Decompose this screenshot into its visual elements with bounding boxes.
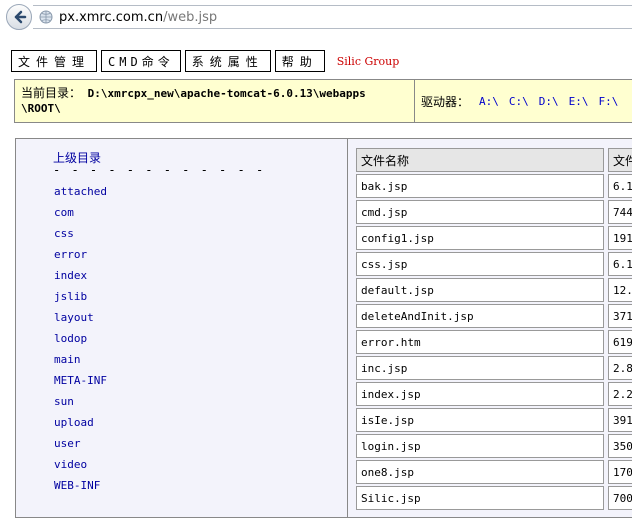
back-button[interactable] (6, 4, 32, 30)
file-size-cell: 2.83 (608, 356, 632, 380)
file-name-cell[interactable]: error.htm (356, 330, 604, 354)
directory-item[interactable]: attached (54, 185, 107, 206)
drive-f[interactable]: F:\ (599, 95, 619, 108)
directory-item[interactable]: user (54, 437, 107, 458)
directory-item[interactable]: WEB-INF (54, 479, 107, 500)
file-name-cell[interactable]: one8.jsp (356, 460, 604, 484)
directory-item[interactable]: META-INF (54, 374, 107, 395)
directory-list: attached com css error index jslib layout lodop… (54, 185, 107, 500)
drives-label: 驱动器： (421, 94, 470, 109)
directory-item[interactable]: layout (54, 311, 107, 332)
file-size-cell: 12.2 (608, 278, 632, 302)
brand-link[interactable]: Silic Group (337, 55, 400, 68)
nav-help[interactable]: 帮助 (274, 50, 325, 72)
directory-item[interactable]: main (54, 353, 107, 374)
directory-item[interactable]: lodop (54, 332, 107, 353)
file-name-cell[interactable]: login.jsp (356, 434, 604, 458)
file-size-cell: 371 (608, 304, 632, 328)
table-row: deleteAndInit.jsp 371 (356, 304, 632, 330)
current-directory-label: 当前目录： (21, 86, 82, 100)
file-size-cell: 619 (608, 330, 632, 354)
file-name-cell[interactable]: config1.jsp (356, 226, 604, 250)
file-size-cell: 6.13 (608, 252, 632, 276)
file-name-cell[interactable]: inc.jsp (356, 356, 604, 380)
directory-item[interactable]: upload (54, 416, 107, 437)
drive-e[interactable]: E:\ (569, 95, 589, 108)
current-directory-path-line2: \ROOT\ (21, 102, 61, 115)
file-table-header: 文件名称 文件 (356, 148, 632, 174)
file-name-cell[interactable]: cmd.jsp (356, 200, 604, 224)
file-table: 文件名称 文件 bak.jsp6.12cmd.jsp744config1.jsp… (356, 148, 632, 512)
drive-d[interactable]: D:\ (539, 95, 559, 108)
file-size-cell: 391 (608, 408, 632, 432)
directory-item[interactable]: com (54, 206, 107, 227)
file-name-cell[interactable]: bak.jsp (356, 174, 604, 198)
directory-item[interactable]: index (54, 269, 107, 290)
file-size-cell: 170 (608, 460, 632, 484)
url-field[interactable]: px.xmrc.com.cn/web.jsp (33, 5, 632, 29)
nav-cmd[interactable]: CMD命令 (101, 50, 181, 72)
current-directory-path-line1: D:\xmrcpx_new\apache-tomcat-6.0.13\webap… (87, 87, 366, 100)
url-path: /web.jsp (163, 9, 218, 25)
table-row: default.jsp12.2 (356, 278, 632, 304)
drives: 驱动器： A:\ C:\ D:\ E:\ F:\ (415, 80, 618, 122)
directory-item[interactable]: css (54, 227, 107, 248)
url-domain: px.xmrc.com.cn (59, 9, 164, 25)
browser-address-bar: px.xmrc.com.cn/web.jsp (0, 0, 632, 34)
directory-item[interactable]: error (54, 248, 107, 269)
directory-item[interactable]: sun (54, 395, 107, 416)
drive-a[interactable]: A:\ (479, 95, 499, 108)
directory-item[interactable]: video (54, 458, 107, 479)
table-row: error.htm 619 (356, 330, 632, 356)
file-name-cell[interactable]: index.jsp (356, 382, 604, 406)
table-row: index.jsp2.28 (356, 382, 632, 408)
path-bar: 当前目录： D:\xmrcpx_new\apache-tomcat-6.0.13… (14, 79, 632, 123)
table-row: Silic.jsp 700 (356, 486, 632, 512)
drive-c[interactable]: C:\ (509, 95, 529, 108)
file-browser: 上级目录 - - - - - - - - - - - - attached com… (15, 138, 632, 518)
file-name-cell[interactable]: Silic.jsp (356, 486, 604, 510)
file-size-cell: 6.12 (608, 174, 632, 198)
file-size-cell: 191 (608, 226, 632, 250)
directory-item[interactable]: jslib (54, 290, 107, 311)
nav-file-manager[interactable]: 文件管理 (11, 50, 98, 72)
table-row: css.jsp6.13 (356, 252, 632, 278)
file-size-cell: 744 (608, 200, 632, 224)
directory-panel: 上级目录 - - - - - - - - - - - - attached com… (16, 139, 348, 517)
table-row: bak.jsp6.12 (356, 174, 632, 200)
current-directory: 当前目录： D:\xmrcpx_new\apache-tomcat-6.0.13… (15, 80, 415, 122)
file-size-cell: 2.28 (608, 382, 632, 406)
back-arrow-icon (14, 10, 27, 24)
file-name-cell[interactable]: default.jsp (356, 278, 604, 302)
table-row: cmd.jsp 744 (356, 200, 632, 226)
table-row: isIe.jsp 391 (356, 408, 632, 434)
header-file-name: 文件名称 (356, 148, 604, 172)
file-name-cell[interactable]: isIe.jsp (356, 408, 604, 432)
table-row: inc.jsp2.83 (356, 356, 632, 382)
table-row: one8.jsp 170 (356, 460, 632, 486)
table-row: login.jsp 350 (356, 434, 632, 460)
file-size-cell: 350 (608, 434, 632, 458)
header-file-size: 文件 (608, 148, 632, 172)
file-size-cell: 700 (608, 486, 632, 510)
file-name-cell[interactable]: deleteAndInit.jsp (356, 304, 604, 328)
file-name-cell[interactable]: css.jsp (356, 252, 604, 276)
main-nav: 文件管理 CMD命令 系统属性 帮助 Silic Group (11, 50, 399, 72)
table-row: config1.jsp 191 (356, 226, 632, 252)
separator-dashes: - - - - - - - - - - - - (53, 163, 266, 177)
globe-icon (39, 10, 53, 24)
nav-system-properties[interactable]: 系统属性 (184, 50, 271, 72)
